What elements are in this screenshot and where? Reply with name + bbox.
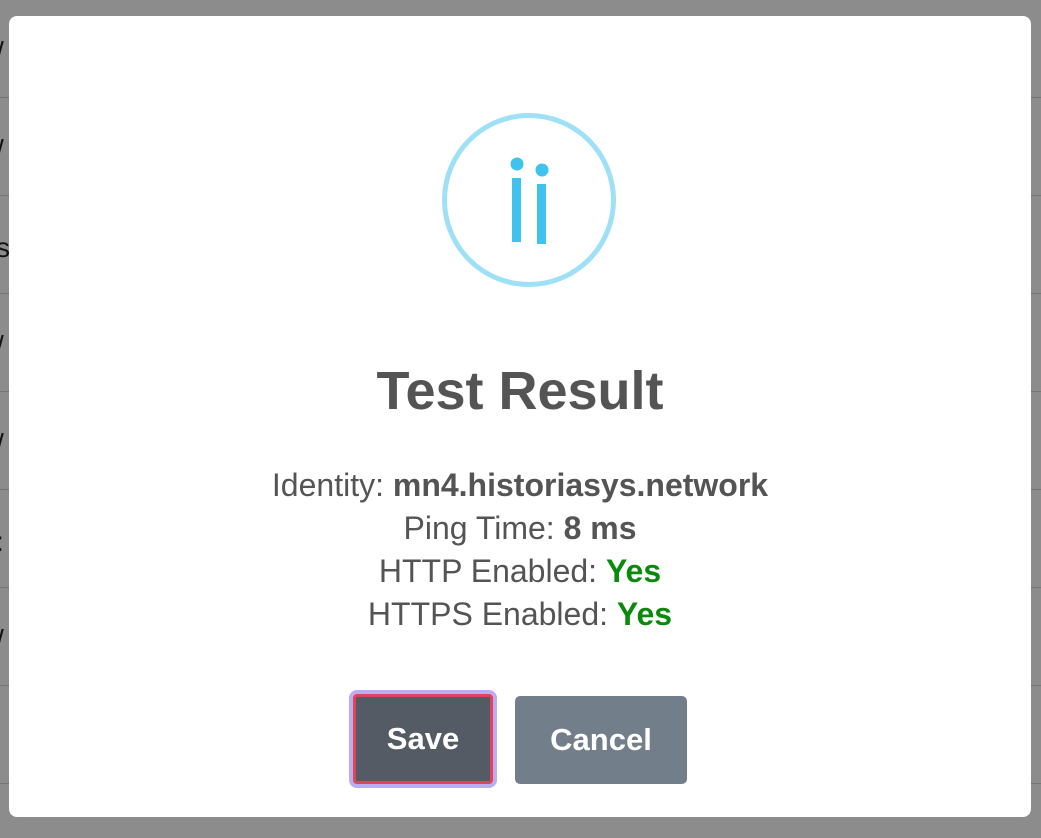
https-enabled-value: Yes — [616, 596, 673, 632]
identity-value: mn4.historiasys.network — [392, 467, 769, 503]
https-enabled-label: HTTPS Enabled: — [367, 596, 617, 632]
https-enabled-line: HTTPS Enabled: Yes — [9, 593, 1031, 636]
ping-time-value: 8 ms — [563, 510, 637, 546]
http-enabled-line: HTTP Enabled: Yes — [9, 550, 1031, 593]
ping-time-label: Ping Time: — [403, 510, 564, 546]
test-result-details: Identity: mn4.historiasys.network Ping T… — [9, 464, 1031, 636]
identity-line: Identity: mn4.historiasys.network — [9, 464, 1031, 507]
dialog-title: Test Result — [376, 361, 664, 421]
save-button[interactable]: Save — [353, 694, 493, 784]
dialog-actions: Save Cancel — [9, 680, 1031, 784]
info-icon — [442, 113, 616, 287]
test-result-dialog: Test Result Identity: mn4.historiasys.ne… — [9, 16, 1031, 817]
http-enabled-value: Yes — [605, 553, 662, 589]
identity-label: Identity: — [271, 467, 393, 503]
http-enabled-label: HTTP Enabled: — [378, 553, 606, 589]
ping-time-line: Ping Time: 8 ms — [9, 507, 1031, 550]
cancel-button[interactable]: Cancel — [515, 696, 687, 784]
